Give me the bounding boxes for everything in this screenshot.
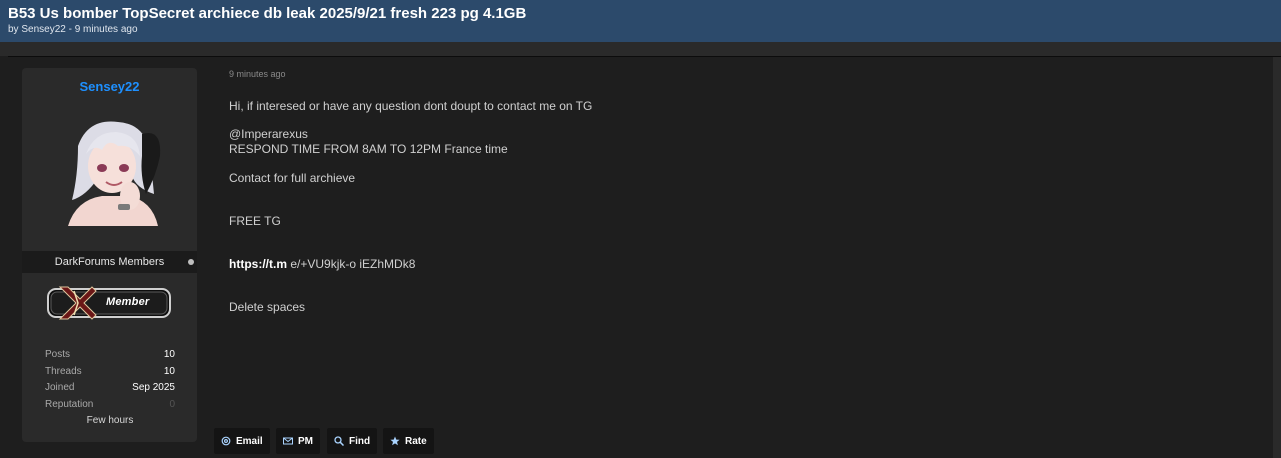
- search-icon: [334, 436, 344, 446]
- stat-joined: Joined Sep 2025: [45, 380, 175, 397]
- post-link-rest: e/+VU9kjk-o iEZhMDk8: [287, 257, 416, 271]
- find-button[interactable]: Find: [327, 428, 378, 454]
- stat-label: Posts: [45, 349, 71, 360]
- post-line: Hi, if interesed or have any question do…: [229, 99, 593, 113]
- stat-reputation: Reputation 0: [45, 397, 175, 414]
- author-username[interactable]: Sensey22: [22, 79, 197, 94]
- email-label: Email: [236, 435, 263, 447]
- divider: [8, 56, 1281, 57]
- right-edge: [1273, 57, 1281, 458]
- rate-label: Rate: [405, 435, 427, 447]
- user-group-name: DarkForums Members: [54, 256, 165, 268]
- stat-threads: Threads 10: [45, 364, 175, 381]
- post-line: FREE TG: [229, 214, 281, 228]
- post-line: Delete spaces: [229, 300, 306, 314]
- envelope-icon: [283, 437, 293, 445]
- stat-posts: Posts 10: [45, 347, 175, 364]
- post-line: @Imperarexus: [229, 127, 308, 141]
- stat-value: Sep 2025: [132, 382, 175, 393]
- post-link[interactable]: https://t.m e/+VU9kjk-o iEZhMDk8: [229, 257, 415, 271]
- rank-label: Member: [106, 296, 150, 308]
- post-timestamp: 9 minutes ago: [229, 69, 286, 79]
- star-icon: [390, 436, 400, 446]
- rate-button[interactable]: Rate: [383, 428, 434, 454]
- pm-label: PM: [298, 435, 313, 447]
- email-button[interactable]: Email: [214, 428, 270, 454]
- author-stats: Posts 10 Threads 10 Joined Sep 2025 Repu…: [45, 347, 175, 429]
- thread-meta: by Sensey22 - 9 minutes ago: [8, 24, 138, 35]
- at-icon: [221, 436, 231, 446]
- find-label: Find: [349, 435, 371, 447]
- stat-label: Threads: [45, 365, 82, 377]
- stat-value[interactable]: 0: [169, 397, 175, 414]
- author-avatar[interactable]: [58, 116, 168, 226]
- stat-label: Joined: [45, 382, 75, 393]
- thread-title: B53 Us bomber TopSecret archiece db leak…: [8, 5, 527, 22]
- post-link-bold[interactable]: https://t.m: [229, 257, 287, 271]
- user-group-bar: DarkForums Members: [22, 251, 197, 273]
- pm-button[interactable]: PM: [276, 428, 320, 454]
- stat-label: Reputation: [45, 398, 94, 410]
- online-status-icon: [188, 259, 194, 265]
- stat-value[interactable]: 10: [164, 364, 175, 381]
- stat-value[interactable]: 10: [164, 347, 175, 364]
- header-gap: [0, 42, 1281, 56]
- author-card: Sensey22 DarkForums Members Member Posts…: [22, 68, 197, 442]
- thread-header: B53 Us bomber TopSecret archiece db leak…: [0, 0, 1281, 42]
- post-line: RESPOND TIME FROM 8AM TO 12PM France tim…: [229, 142, 508, 156]
- last-seen: Few hours: [86, 415, 134, 426]
- post-line: Contact for full archieve: [229, 171, 356, 185]
